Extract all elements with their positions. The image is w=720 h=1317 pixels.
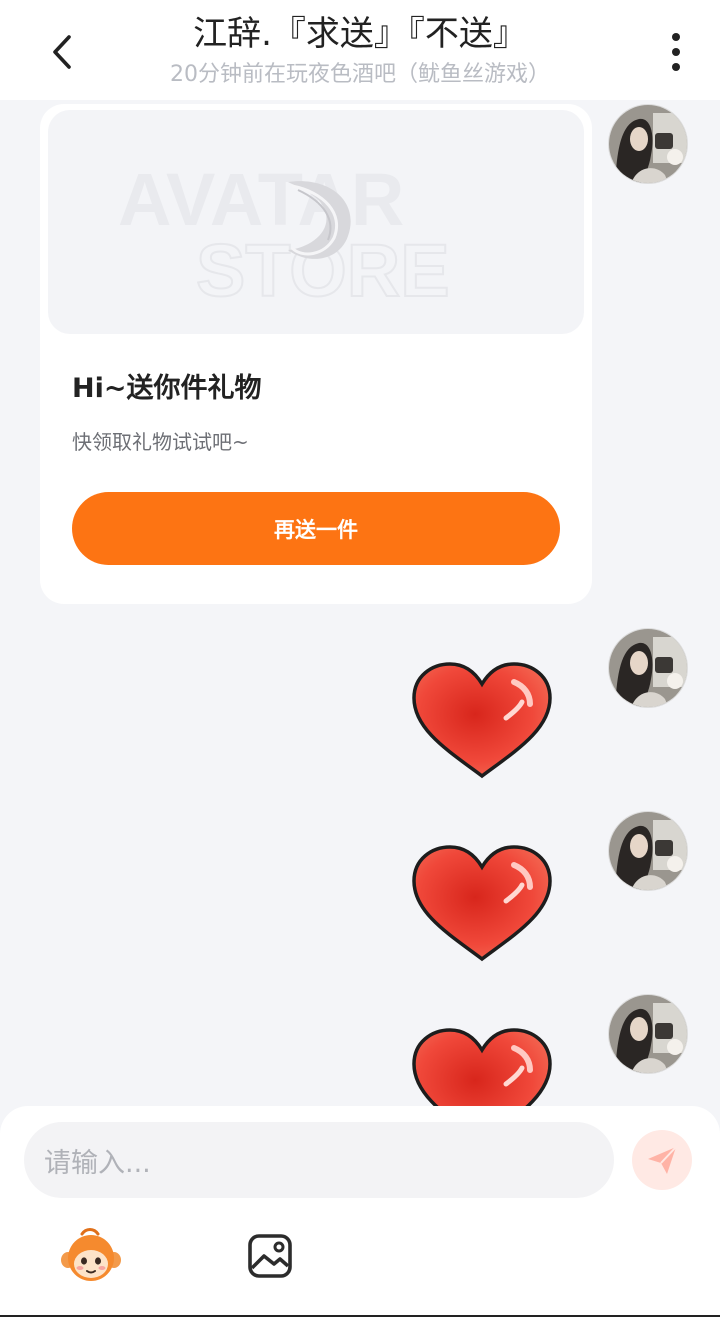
avatar[interactable]	[608, 811, 688, 891]
image-icon	[248, 1234, 292, 1278]
avatar[interactable]	[608, 994, 688, 1074]
user-photo-icon	[609, 812, 687, 890]
heart-sticker-icon	[412, 662, 552, 779]
more-vertical-icon	[672, 33, 680, 71]
image-button[interactable]	[246, 1232, 294, 1280]
emoji-button[interactable]	[60, 1228, 122, 1284]
send-another-button[interactable]: 再送一件	[72, 492, 560, 565]
gift-card-message: AVATAR STORE Hi~送你件礼物 快领取礼物试试吧~ 再送一件	[40, 104, 592, 604]
message-input[interactable]: 请输入...	[24, 1122, 614, 1198]
gift-image: AVATAR STORE	[48, 110, 584, 334]
back-button[interactable]	[36, 28, 88, 76]
send-button[interactable]	[632, 1130, 692, 1190]
chat-status: 20分钟前在玩夜色酒吧（鱿鱼丝游戏）	[170, 62, 550, 87]
monkey-emoji-icon	[61, 1228, 121, 1281]
avatar-store-watermark: AVATAR STORE	[118, 158, 451, 313]
chat-header: 江辞.『求送』『不送』 20分钟前在玩夜色酒吧（鱿鱼丝游戏）	[0, 0, 720, 100]
input-panel: 请输入...	[0, 1106, 720, 1317]
chevron-left-icon	[53, 35, 71, 69]
heart-sticker-icon	[412, 845, 552, 962]
user-photo-icon	[609, 995, 687, 1073]
gift-description: 快领取礼物试试吧~	[72, 430, 249, 454]
paper-plane-icon	[648, 1146, 677, 1174]
avatar[interactable]	[608, 104, 688, 184]
gift-title: Hi~送你件礼物	[72, 373, 262, 404]
chat-title: 江辞.『求送』『不送』	[193, 14, 527, 54]
user-photo-icon	[609, 105, 687, 183]
user-photo-icon	[609, 629, 687, 707]
avatar[interactable]	[608, 628, 688, 708]
more-button[interactable]	[656, 30, 696, 74]
